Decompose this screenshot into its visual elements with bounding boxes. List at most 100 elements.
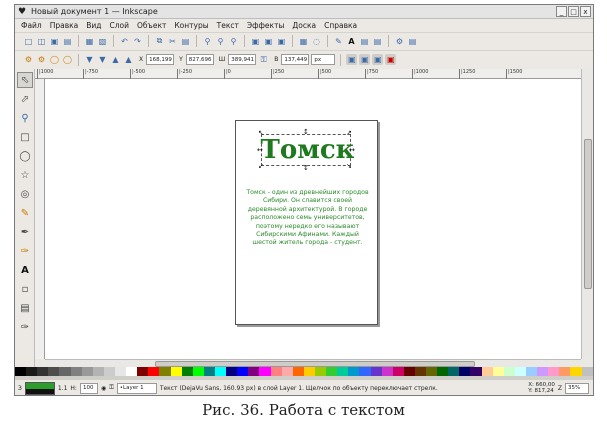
color-swatch[interactable] [314,367,327,376]
color-swatch[interactable] [214,367,227,376]
selector-tool-icon[interactable]: ⬁ [17,72,33,88]
color-swatch[interactable] [15,367,27,376]
xml-editor-icon[interactable]: ▤ [359,36,370,47]
zoom-tool-icon[interactable]: ⚲ [17,110,33,126]
color-swatch[interactable] [203,367,215,376]
y-field[interactable]: 827,696 [185,54,214,65]
ungroup-icon[interactable]: ◌ [311,36,322,47]
visibility-eye-icon[interactable]: ◉ [101,385,106,392]
color-swatch[interactable] [114,367,127,376]
unit-select[interactable]: px [311,54,336,65]
open-icon[interactable]: ◫ [36,36,47,47]
color-swatch[interactable] [126,367,138,376]
color-swatch[interactable] [81,367,93,376]
color-swatch[interactable] [514,367,527,376]
transform-patterns-icon[interactable]: ▣ [385,54,397,65]
dropper-tool-icon[interactable]: ✑ [17,319,33,335]
color-swatch[interactable] [137,367,149,376]
raise-top-icon[interactable]: ▲ [123,54,134,65]
color-swatch[interactable] [103,367,115,376]
color-swatch[interactable] [292,367,304,376]
color-swatch[interactable] [26,367,38,376]
color-swatch[interactable] [159,367,171,376]
menu-edit[interactable]: Правка [50,21,79,30]
new-document-icon[interactable]: □ [23,36,34,47]
select-all-layers-icon[interactable]: ⚙ [36,54,47,65]
menu-path[interactable]: Контуры [174,21,208,30]
minimize-button[interactable]: _ [556,6,567,17]
color-palette[interactable] [15,367,593,376]
body-text-object[interactable]: Томск - один из древнейших городов Сибир… [244,189,371,248]
color-swatch[interactable] [281,367,293,376]
gradient-tool-icon[interactable]: ▤ [17,300,33,316]
color-swatch[interactable] [270,367,282,376]
menu-effects[interactable]: Эффекты [247,21,285,30]
lower-bottom-icon[interactable]: ▼ [84,54,95,65]
color-swatch[interactable] [226,367,238,376]
color-swatch[interactable] [148,367,160,376]
color-swatch[interactable] [37,367,49,376]
fill-stroke-icon[interactable]: ✎ [333,36,344,47]
height-field[interactable]: 137,449 [281,54,310,65]
color-swatch[interactable] [59,367,71,376]
zoom-drawing-icon[interactable]: ⚲ [215,36,226,47]
color-swatch[interactable] [570,367,582,376]
color-swatch[interactable] [414,367,427,376]
color-swatch[interactable] [337,367,349,376]
duplicate-icon[interactable]: ▣ [250,36,261,47]
color-swatch[interactable] [370,367,382,376]
horizontal-scrollbar[interactable] [45,359,581,367]
zoom-selection-icon[interactable]: ⚲ [202,36,213,47]
text-tool-icon[interactable]: A [17,262,33,278]
preferences-icon[interactable]: ⚙ [394,36,405,47]
cut-icon[interactable]: ✂ [167,36,178,47]
color-swatch[interactable] [359,367,371,376]
save-icon[interactable]: ▣ [49,36,60,47]
deselect-icon[interactable]: ◯ [49,54,60,65]
text-font-icon[interactable]: A [346,36,357,47]
import-icon[interactable]: ▦ [84,36,95,47]
color-swatch[interactable] [170,367,182,376]
color-swatch[interactable] [348,367,360,376]
color-swatch[interactable] [303,367,315,376]
ellipse-tool-icon[interactable]: ◯ [17,148,33,164]
color-swatch[interactable] [326,367,338,376]
layer-lock-icon[interactable]: ⚿ [109,384,114,392]
color-swatch[interactable] [92,367,104,376]
clone-icon[interactable]: ▣ [263,36,274,47]
color-swatch[interactable] [181,367,193,376]
color-swatch[interactable] [537,367,549,376]
unlink-clone-icon[interactable]: ▣ [276,36,287,47]
calligraphy-tool-icon[interactable]: ✑ [17,243,33,259]
export-icon[interactable]: ▧ [97,36,108,47]
vertical-scrollbar[interactable] [581,69,593,359]
raise-icon[interactable]: ▲ [110,54,121,65]
node-tool-icon[interactable]: ⬀ [17,91,33,107]
rotate-90-ccw-icon[interactable]: ◯ [62,54,73,65]
color-swatch[interactable] [426,367,438,376]
select-all-icon[interactable]: ⚙ [23,54,34,65]
align-icon[interactable]: ▤ [372,36,383,47]
menu-whiteboard[interactable]: Доска [292,21,316,30]
color-swatch[interactable] [70,367,82,376]
close-button[interactable]: x [580,6,591,17]
fill-stroke-indicator[interactable] [24,381,55,395]
lower-icon[interactable]: ▼ [97,54,108,65]
pencil-tool-icon[interactable]: ✎ [17,205,33,221]
copy-icon[interactable]: ⧉ [154,36,165,47]
color-swatch[interactable] [503,367,515,376]
color-swatch[interactable] [581,367,593,376]
color-swatch[interactable] [448,367,460,376]
color-swatch[interactable] [437,367,449,376]
color-swatch[interactable] [259,367,271,376]
color-swatch[interactable] [48,367,60,376]
document-properties-icon[interactable]: ▤ [407,36,418,47]
color-swatch[interactable] [248,367,260,376]
color-swatch[interactable] [403,367,415,376]
connector-tool-icon[interactable]: ▫ [17,281,33,297]
menu-text[interactable]: Текст [217,21,239,30]
pen-tool-icon[interactable]: ✒ [17,224,33,240]
menu-object[interactable]: Объект [137,21,166,30]
color-swatch[interactable] [459,367,471,376]
color-swatch[interactable] [559,367,571,376]
